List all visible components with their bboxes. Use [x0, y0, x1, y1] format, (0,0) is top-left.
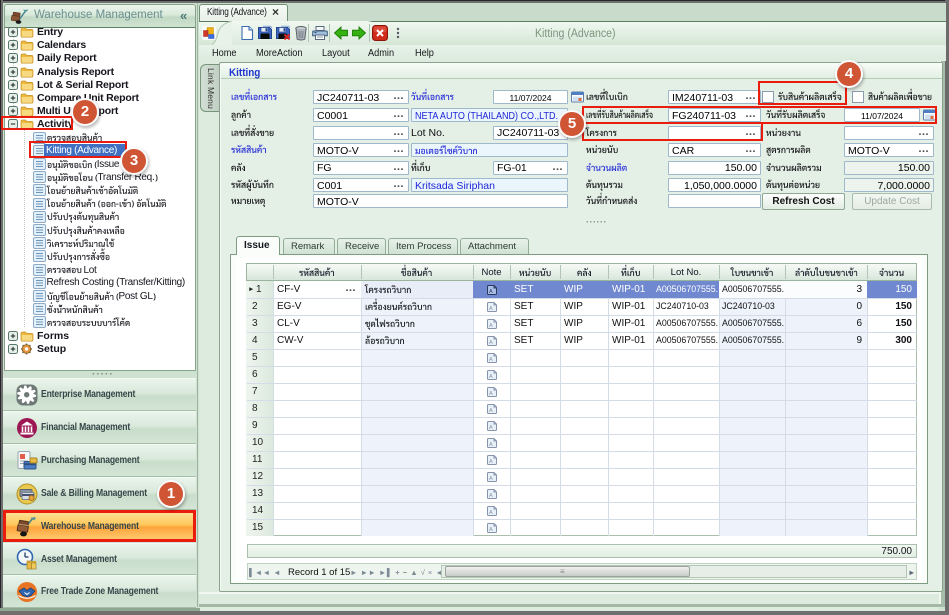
svg-text:A: A	[488, 492, 492, 498]
svg-text:A: A	[488, 407, 492, 413]
svg-text:A: A	[488, 509, 492, 515]
svg-text:A: A	[488, 475, 492, 481]
svg-text:A: A	[488, 339, 492, 345]
svg-text:A: A	[488, 424, 492, 430]
svg-text:A: A	[488, 305, 492, 311]
svg-text:A: A	[488, 322, 492, 328]
svg-text:A: A	[488, 458, 492, 464]
svg-text:A: A	[488, 441, 492, 447]
svg-text:A: A	[488, 526, 492, 532]
svg-text:A: A	[488, 373, 492, 379]
svg-text:A: A	[488, 288, 492, 294]
svg-text:A: A	[488, 390, 492, 396]
svg-text:A: A	[488, 356, 492, 362]
